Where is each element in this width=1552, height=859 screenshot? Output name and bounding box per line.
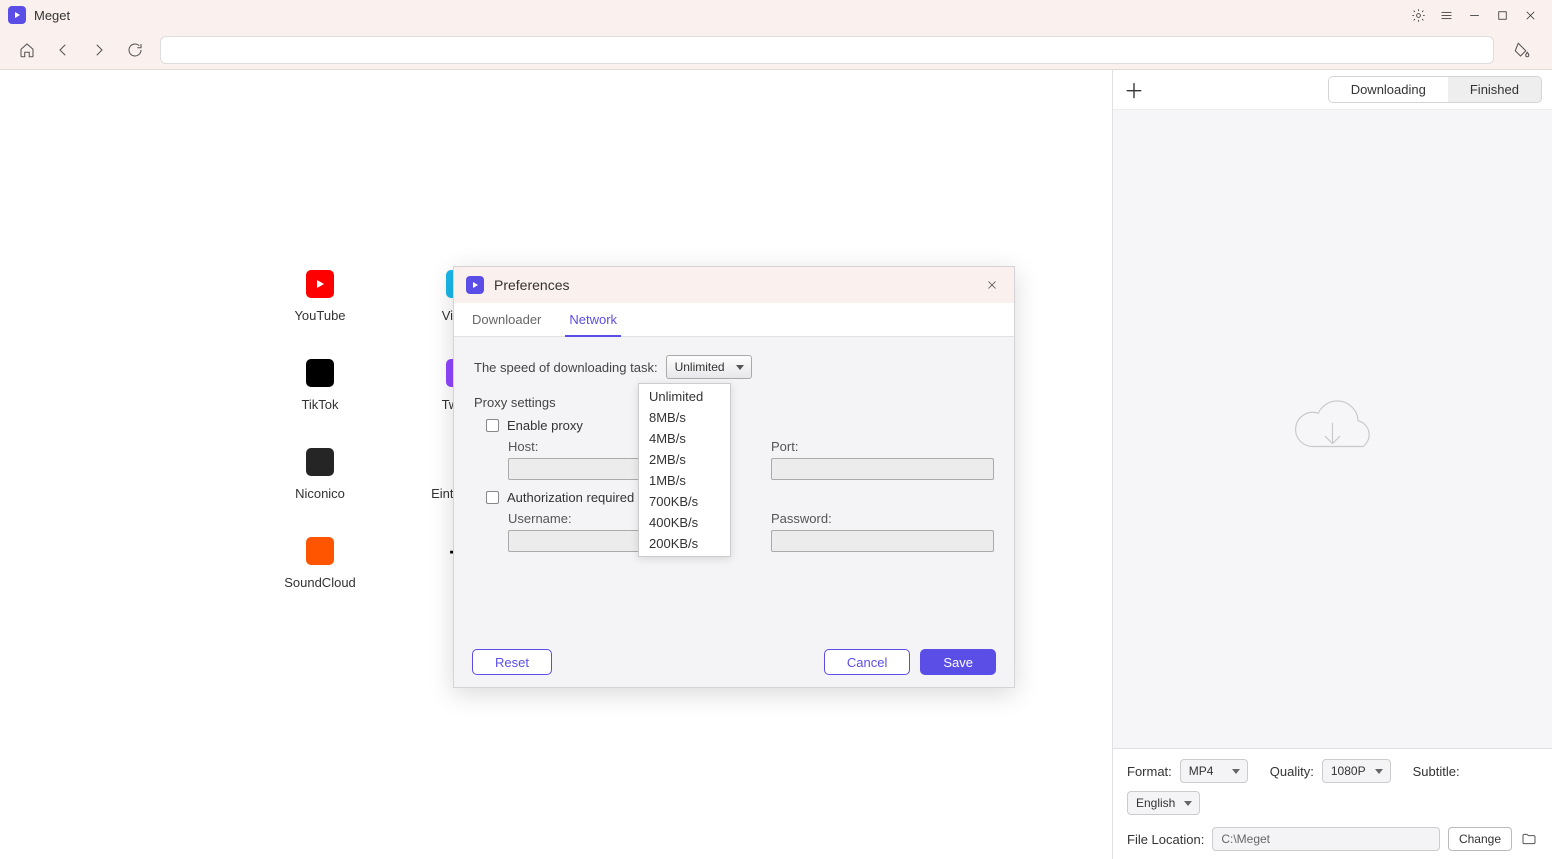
file-location-label: File Location:	[1127, 832, 1204, 847]
site-label: SoundCloud	[284, 575, 356, 590]
site-label: TikTok	[301, 397, 338, 412]
cloud-download-icon	[1285, 390, 1380, 468]
save-button[interactable]: Save	[920, 649, 996, 675]
preferences-dialog: Preferences Downloader Network The speed…	[453, 266, 1015, 688]
paint-bucket-icon[interactable]	[1508, 36, 1536, 64]
change-location-button[interactable]: Change	[1448, 827, 1512, 851]
site-icon	[306, 448, 334, 476]
speed-select[interactable]: Unlimited	[666, 355, 752, 379]
speed-option[interactable]: Unlimited	[639, 386, 730, 407]
speed-option[interactable]: 2MB/s	[639, 449, 730, 470]
site-item-soundcloud[interactable]: SoundCloud	[260, 537, 380, 590]
subtitle-label: Subtitle:	[1413, 764, 1460, 779]
enable-proxy-label: Enable proxy	[507, 418, 583, 433]
subtitle-select[interactable]: English	[1127, 791, 1200, 815]
site-icon	[306, 270, 334, 298]
tab-downloading[interactable]: Downloading	[1329, 77, 1448, 102]
app-title: Meget	[34, 8, 70, 23]
open-folder-icon[interactable]	[1520, 830, 1538, 848]
tab-downloader[interactable]: Downloader	[458, 303, 555, 336]
tab-network[interactable]: Network	[555, 303, 631, 336]
site-icon	[306, 359, 334, 387]
forward-button[interactable]	[88, 39, 110, 61]
window-close-button[interactable]	[1516, 0, 1544, 30]
site-item-youtube[interactable]: YouTube	[260, 270, 380, 323]
speed-label: The speed of downloading task:	[474, 360, 658, 375]
speed-dropdown-list: Unlimited8MB/s4MB/s2MB/s1MB/s700KB/s400K…	[638, 383, 731, 557]
reload-button[interactable]	[124, 39, 146, 61]
site-item-niconico[interactable]: Niconico	[260, 448, 380, 501]
dialog-tabs: Downloader Network	[454, 303, 1014, 337]
file-location-input[interactable]: C:\Meget	[1212, 827, 1440, 851]
cancel-button[interactable]: Cancel	[824, 649, 910, 675]
speed-option[interactable]: 1MB/s	[639, 470, 730, 491]
proxy-section-title: Proxy settings	[474, 395, 994, 410]
port-label: Port:	[771, 439, 994, 454]
download-panel: ＋ Downloading Finished Format: MP4 Quali…	[1112, 70, 1552, 859]
speed-option[interactable]: 400KB/s	[639, 512, 730, 533]
site-icon	[306, 537, 334, 565]
url-input[interactable]	[160, 36, 1494, 64]
password-label: Password:	[771, 511, 994, 526]
port-input[interactable]	[771, 458, 994, 480]
reset-button[interactable]: Reset	[472, 649, 552, 675]
settings-gear-icon[interactable]	[1404, 0, 1432, 30]
dialog-title: Preferences	[494, 277, 569, 293]
speed-option[interactable]: 700KB/s	[639, 491, 730, 512]
speed-option[interactable]: 8MB/s	[639, 407, 730, 428]
browser-content-area: YouTubeVimeoTikTokTwitchNiconicoℰEinthus…	[0, 70, 1112, 859]
speed-option[interactable]: 200KB/s	[639, 533, 730, 554]
dialog-titlebar: Preferences	[454, 267, 1014, 303]
authorization-checkbox[interactable]	[486, 491, 499, 504]
dialog-app-icon	[466, 276, 484, 294]
enable-proxy-checkbox[interactable]	[486, 419, 499, 432]
authorization-label: Authorization required	[507, 490, 634, 505]
password-input[interactable]	[771, 530, 994, 552]
speed-option[interactable]: 4MB/s	[639, 428, 730, 449]
format-select[interactable]: MP4	[1180, 759, 1248, 783]
quality-label: Quality:	[1270, 764, 1314, 779]
site-item-tiktok[interactable]: TikTok	[260, 359, 380, 412]
window-minimize-button[interactable]	[1460, 0, 1488, 30]
format-label: Format:	[1127, 764, 1172, 779]
browser-toolbar	[0, 30, 1552, 70]
app-logo-icon	[8, 6, 26, 24]
add-download-button[interactable]: ＋	[1123, 79, 1145, 101]
title-bar: Meget	[0, 0, 1552, 30]
tab-finished[interactable]: Finished	[1448, 77, 1541, 102]
home-button[interactable]	[16, 39, 38, 61]
dialog-close-button[interactable]	[982, 275, 1002, 295]
quality-select[interactable]: 1080P	[1322, 759, 1391, 783]
menu-icon[interactable]	[1432, 0, 1460, 30]
site-label: YouTube	[294, 308, 345, 323]
site-label: Niconico	[295, 486, 345, 501]
window-maximize-button[interactable]	[1488, 0, 1516, 30]
back-button[interactable]	[52, 39, 74, 61]
